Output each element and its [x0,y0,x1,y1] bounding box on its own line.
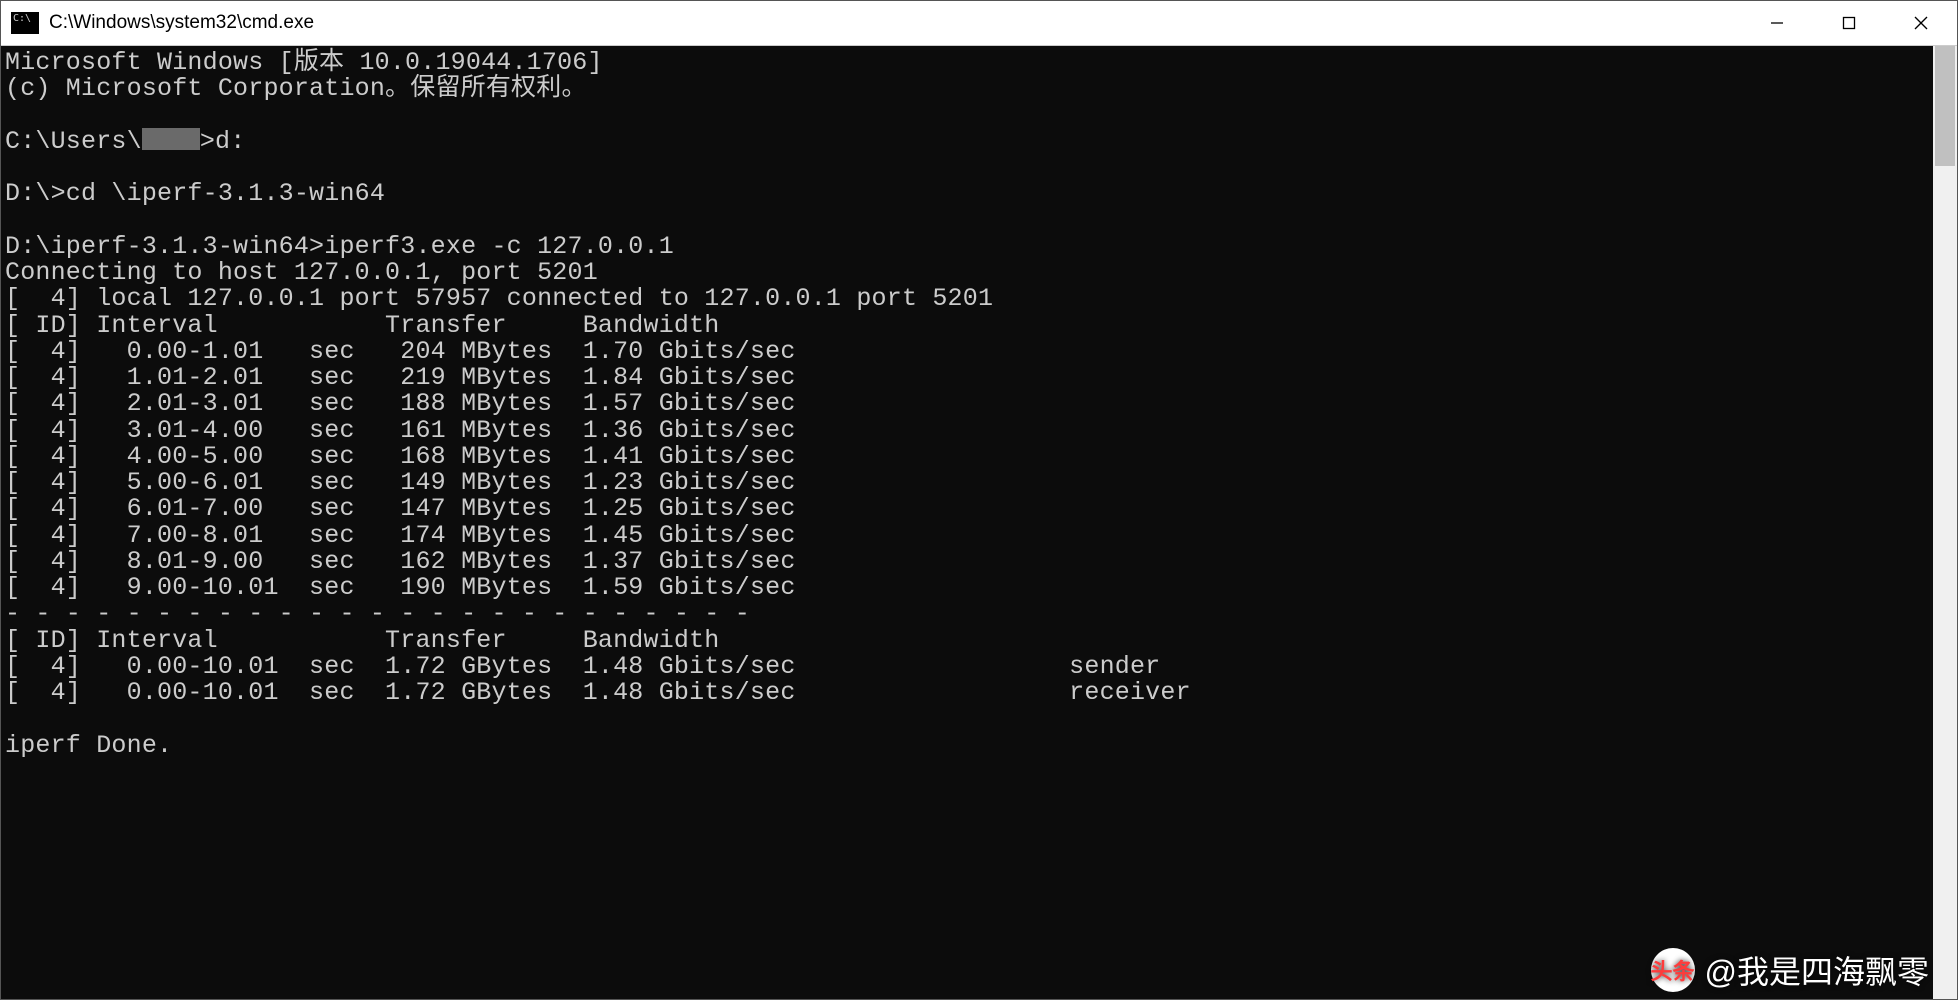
summary-header: [ ID] Interval Transfer Bandwidth [5,626,720,655]
data-row: [ 4] 3.01-4.00 sec 161 MBytes 1.36 Gbits… [5,416,796,445]
local-line: [ 4] local 127.0.0.1 port 57957 connecte… [5,284,993,313]
titlebar[interactable]: C:\Windows\system32\cmd.exe [1,1,1957,46]
data-row: [ 4] 2.01-3.01 sec 188 MBytes 1.57 Gbits… [5,389,796,418]
prompt-iperf: D:\iperf-3.1.3-win64>iperf3.exe -c 127.0… [5,232,674,261]
window-controls [1741,1,1957,45]
maximize-button[interactable] [1813,1,1885,45]
columns-header: [ ID] Interval Transfer Bandwidth [5,311,720,340]
version-line: Microsoft Windows [版本 10.0.19044.1706] [5,48,603,77]
console-area: Microsoft Windows [版本 10.0.19044.1706] (… [1,46,1957,999]
window-title: C:\Windows\system32\cmd.exe [49,12,1741,34]
cmd-window: C:\Windows\system32\cmd.exe Microsoft Wi… [0,0,1958,1000]
cmd-icon [11,12,39,34]
data-row: [ 4] 1.01-2.01 sec 219 MBytes 1.84 Gbits… [5,363,796,392]
summary-receiver: [ 4] 0.00-10.01 sec 1.72 GBytes 1.48 Gbi… [5,678,1191,707]
separator-line: - - - - - - - - - - - - - - - - - - - - … [5,599,750,628]
scrollbar[interactable] [1933,46,1957,999]
data-row: [ 4] 4.00-5.00 sec 168 MBytes 1.41 Gbits… [5,442,796,471]
data-row: [ 4] 7.00-8.01 sec 174 MBytes 1.45 Gbits… [5,521,796,550]
scrollbar-thumb[interactable] [1935,46,1955,166]
prompt-cd: D:\>cd \iperf-3.1.3-win64 [5,179,385,208]
data-row: [ 4] 6.01-7.00 sec 147 MBytes 1.25 Gbits… [5,494,796,523]
close-button[interactable] [1885,1,1957,45]
summary-sender: [ 4] 0.00-10.01 sec 1.72 GBytes 1.48 Gbi… [5,652,1160,681]
minimize-button[interactable] [1741,1,1813,45]
data-row: [ 4] 0.00-1.01 sec 204 MBytes 1.70 Gbits… [5,337,796,366]
redacted-username [142,128,200,150]
copyright-line: (c) Microsoft Corporation。保留所有权利。 [5,74,587,103]
connecting-line: Connecting to host 127.0.0.1, port 5201 [5,258,598,287]
console-output[interactable]: Microsoft Windows [版本 10.0.19044.1706] (… [1,46,1933,999]
data-row: [ 4] 5.00-6.01 sec 149 MBytes 1.23 Gbits… [5,468,796,497]
done-line: iperf Done. [5,731,172,760]
data-row: [ 4] 9.00-10.01 sec 190 MBytes 1.59 Gbit… [5,573,796,602]
data-row: [ 4] 8.01-9.00 sec 162 MBytes 1.37 Gbits… [5,547,796,576]
prompt-users: C:\Users\>d: [5,127,245,156]
